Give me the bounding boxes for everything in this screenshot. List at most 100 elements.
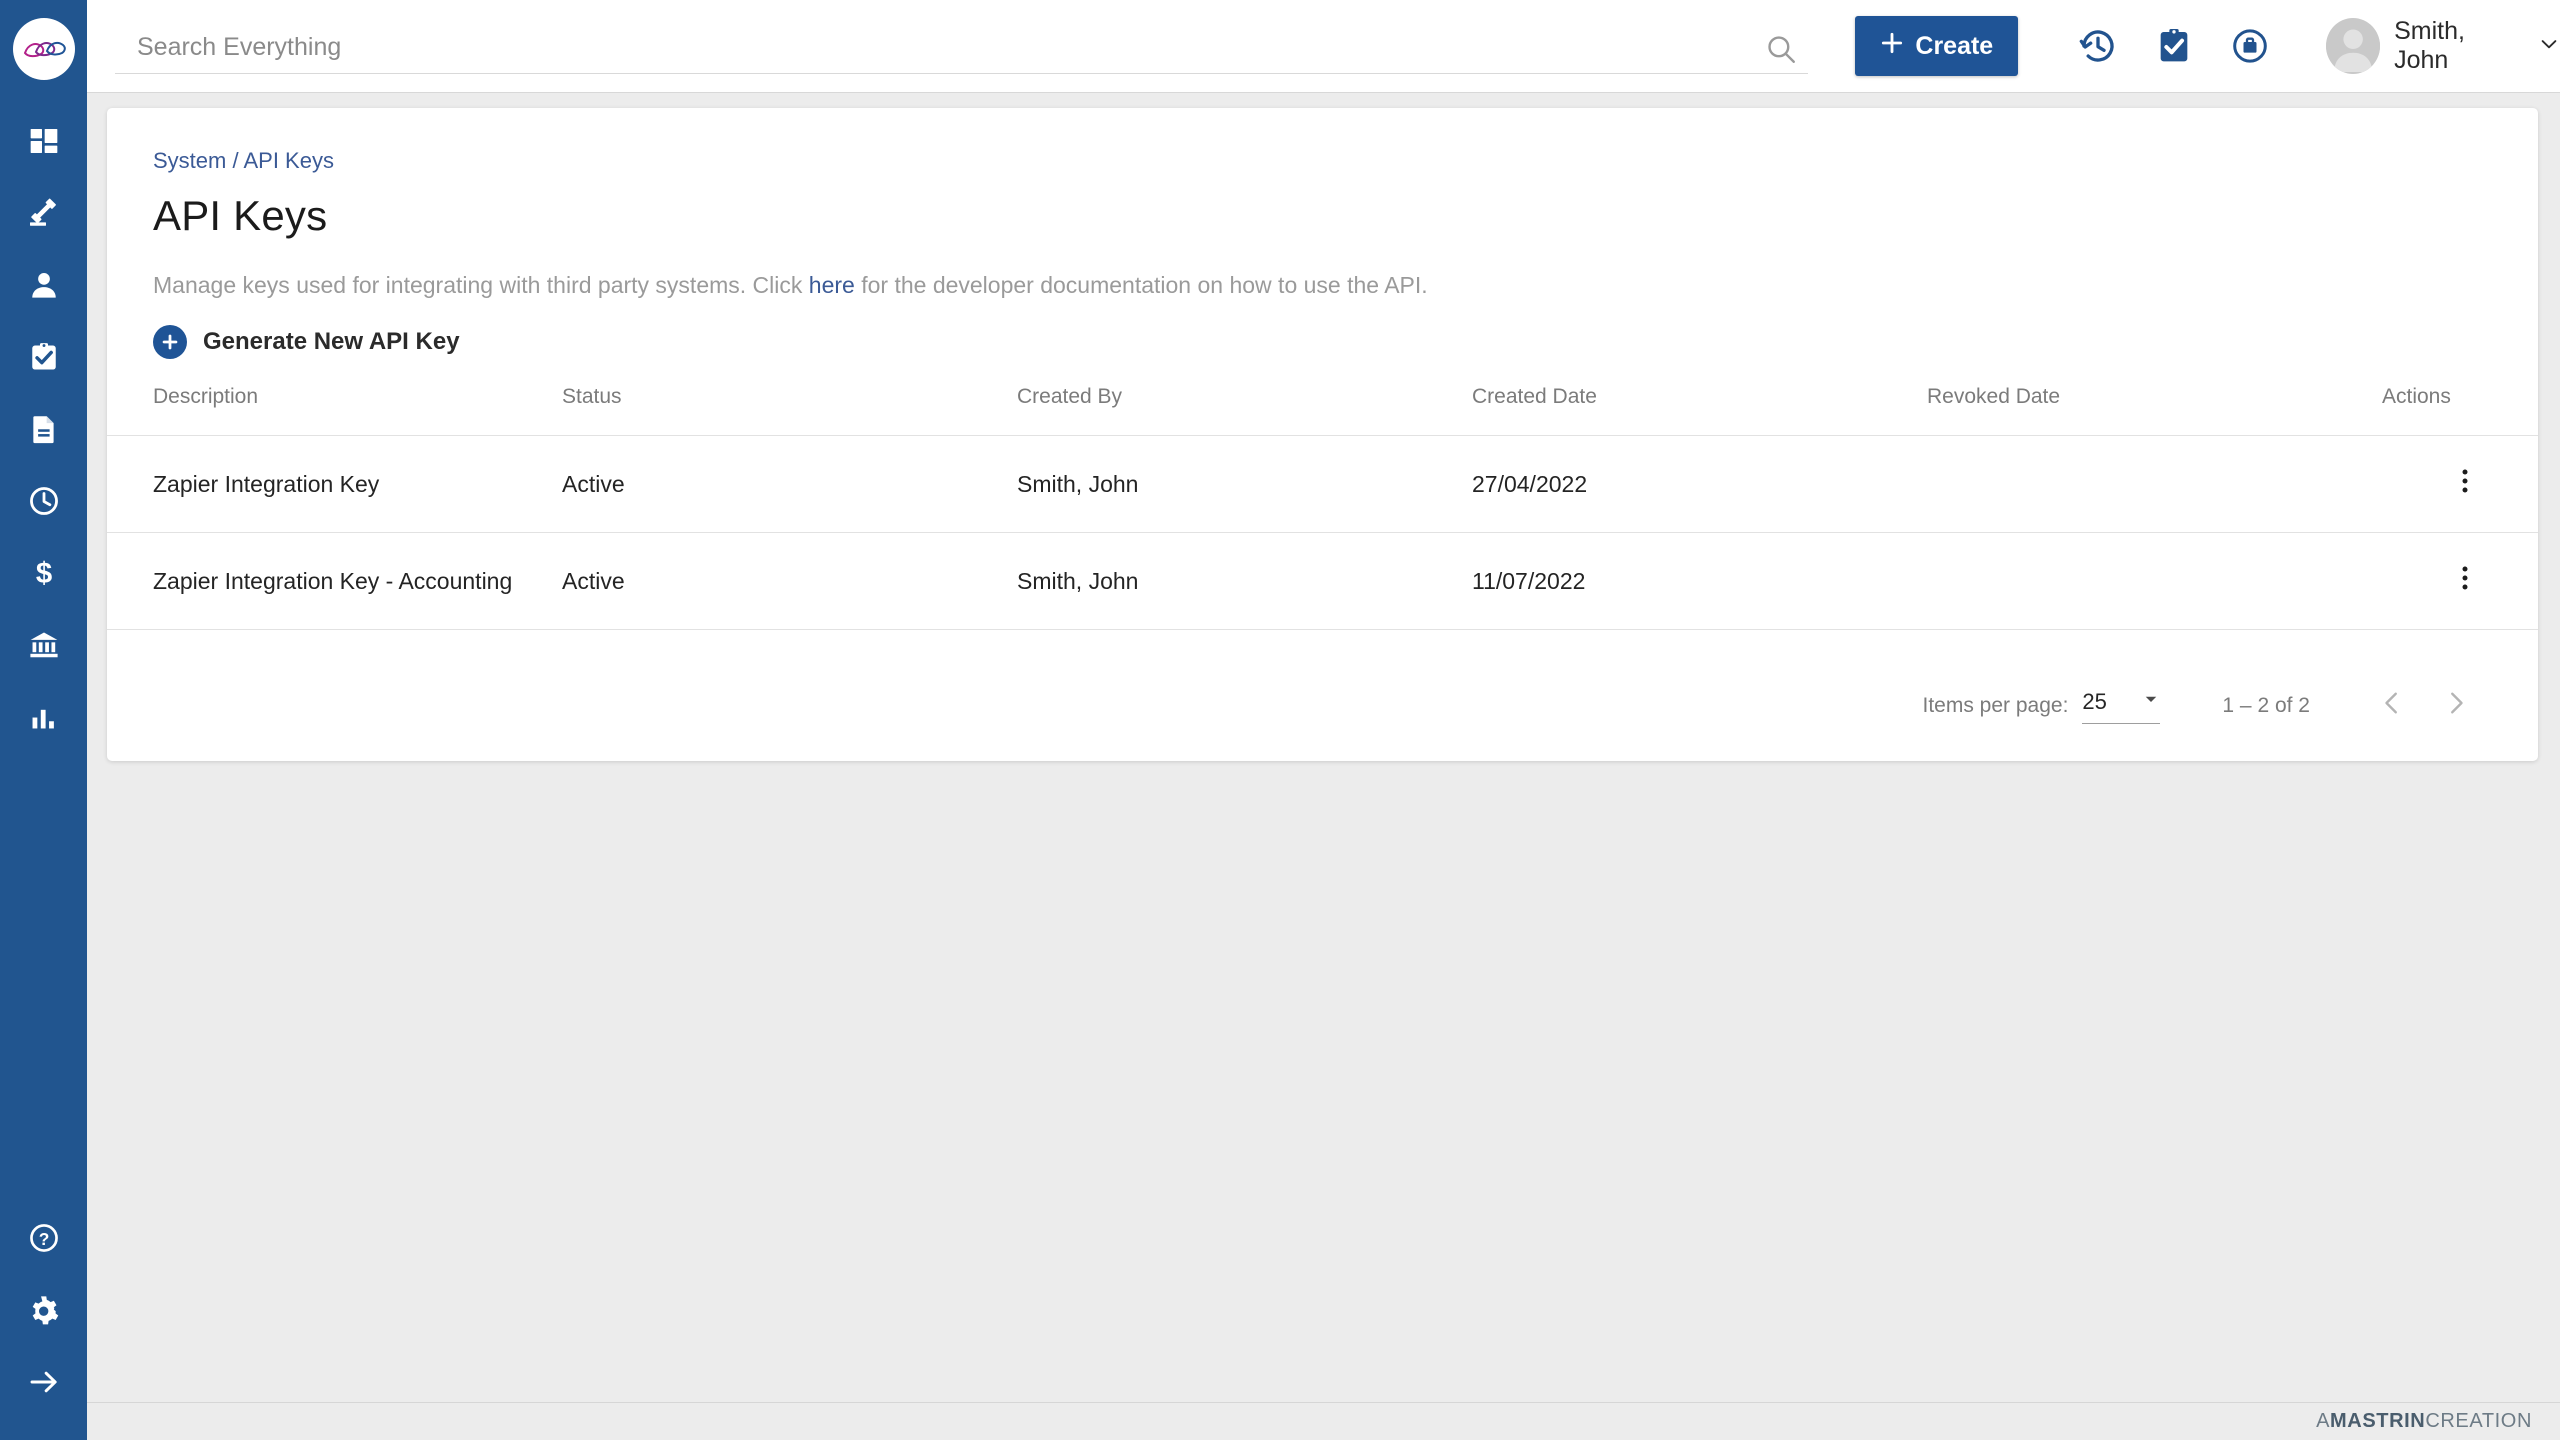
api-keys-table: Description Status Created By Created Da… [107,385,2538,630]
user-menu[interactable]: Smith, John [2325,17,2560,75]
cell-status: Active [562,435,1017,533]
generate-new-api-key-button[interactable]: Generate New API Key [107,299,460,359]
content-area: System / API Keys API Keys Manage keys u… [87,93,2560,1405]
chevron-down-icon [2538,33,2560,60]
cell-description: Zapier Integration Key - Accounting [107,532,562,630]
cell-created-by: Smith, John [1017,532,1472,630]
page-title: API Keys [153,192,328,239]
cell-created-date: 27/04/2022 [1472,435,1927,533]
column-header-created-by[interactable]: Created By [1017,385,1472,436]
cell-actions [2382,435,2538,533]
search-underline [115,73,1808,74]
avatar [2325,18,2381,74]
items-per-page-value: 25 [2082,688,2107,714]
svg-text:$: $ [35,557,51,589]
page-description-before: Manage keys used for integrating with th… [153,272,809,298]
column-header-revoked-date[interactable]: Revoked Date [1927,385,2382,436]
sidebar-item-reports[interactable] [0,681,87,753]
previous-page-button[interactable] [2360,674,2424,738]
gavel-icon [28,197,60,229]
cell-created-date: 11/07/2022 [1472,532,1927,630]
bar-chart-icon [28,701,60,733]
search-input[interactable] [115,33,1775,74]
footer: A MASTRIN CREATION [87,1402,2560,1440]
table-row[interactable]: Zapier Integration Key - Accounting Acti… [107,532,2538,630]
items-per-page-select[interactable]: 25 [2082,688,2161,724]
page-description-after: for the developer documentation on how t… [854,272,1428,298]
sidebar-item-settings[interactable] [0,1274,87,1346]
footer-brand: MASTRIN [2330,1410,2426,1432]
document-icon [28,413,60,445]
generate-new-api-key-label: Generate New API Key [203,328,460,355]
sidebar: $ ? [0,0,87,1440]
sidebar-item-time[interactable] [0,465,87,537]
sidebar-item-help[interactable]: ? [0,1202,87,1274]
search-icon[interactable] [1764,32,1798,66]
column-header-created-date[interactable]: Created Date [1472,385,1927,436]
recent-history-icon[interactable] [2078,26,2118,66]
paginator: Items per page: 25 1 – 2 of 2 [1923,651,2489,761]
sidebar-item-billing[interactable]: $ [0,537,87,609]
cell-revoked-date [1927,435,2382,533]
table-body: Zapier Integration Key Active Smith, Joh… [107,435,2538,630]
api-docs-link[interactable]: here [809,272,855,298]
dollar-icon: $ [28,557,60,589]
items-per-page-label: Items per page: [1922,694,2069,717]
person-icon [28,269,60,301]
chevron-right-icon [2441,688,2471,724]
plus-circle-icon [153,325,187,359]
plus-icon [1879,30,1905,63]
cell-created-by: Smith, John [1017,435,1472,533]
topbar-icon-group [2078,26,2270,66]
bank-icon [28,629,60,661]
sidebar-item-documents[interactable] [0,393,87,465]
sidebar-item-accounts[interactable] [0,609,87,681]
kebab-menu-icon[interactable] [2452,563,2478,593]
help-circle-icon: ? [28,1222,60,1254]
search-field [115,18,1808,74]
create-button-label: Create [1915,31,1994,60]
api-keys-card: System / API Keys API Keys Manage keys u… [107,108,2538,761]
user-name: Smith, John [2394,17,2465,74]
sidebar-item-expand[interactable] [0,1346,87,1418]
cell-revoked-date [1927,532,2382,630]
column-header-actions: Actions [2382,385,2538,436]
column-header-description[interactable]: Description [107,385,562,436]
svg-text:?: ? [38,1229,49,1249]
table-head: Description Status Created By Created Da… [107,385,2538,436]
next-page-button[interactable] [2424,674,2488,738]
page-description: Manage keys used for integrating with th… [107,240,2538,299]
sidebar-item-matters[interactable] [0,177,87,249]
create-button[interactable]: Create [1854,16,2018,76]
sidebar-item-tasks[interactable] [0,321,87,393]
cell-description: Zapier Integration Key [107,435,562,533]
cell-actions [2382,532,2538,630]
clipboard-check-icon [28,341,60,373]
column-header-status[interactable]: Status [562,385,1017,436]
breadcrumb[interactable]: System / API Keys [107,108,2538,174]
clipboard-check-icon[interactable] [2154,26,2194,66]
cell-status: Active [562,532,1017,630]
clock-icon [28,485,60,517]
table-header-row: Description Status Created By Created Da… [107,385,2538,436]
arrow-right-icon [28,1366,60,1398]
sidebar-item-dashboard[interactable] [0,105,87,177]
kebab-menu-icon[interactable] [2452,466,2478,496]
sidebar-item-contacts[interactable] [0,249,87,321]
footer-prefix: A [2316,1410,2331,1432]
dashboard-grid-icon [28,125,60,157]
pagination-range-label: 1 – 2 of 2 [2222,694,2310,717]
chevron-left-icon [2377,688,2407,724]
mastrin-logo [12,17,75,80]
briefcase-circle-icon[interactable] [2230,26,2270,66]
logo-ribbon-icon [23,41,66,57]
sidebar-nav-bottom: ? [0,1202,87,1418]
sidebar-nav-top: $ [0,105,87,753]
table-row[interactable]: Zapier Integration Key Active Smith, Joh… [107,435,2538,533]
gear-icon [28,1294,60,1326]
topbar: Create [87,0,2560,93]
sidebar-logo[interactable] [0,0,87,97]
chevron-down-icon [2142,690,2160,714]
footer-suffix: CREATION [2425,1410,2532,1432]
app-root: $ ? Search Everything Create Smith, John… [0,0,2560,1440]
